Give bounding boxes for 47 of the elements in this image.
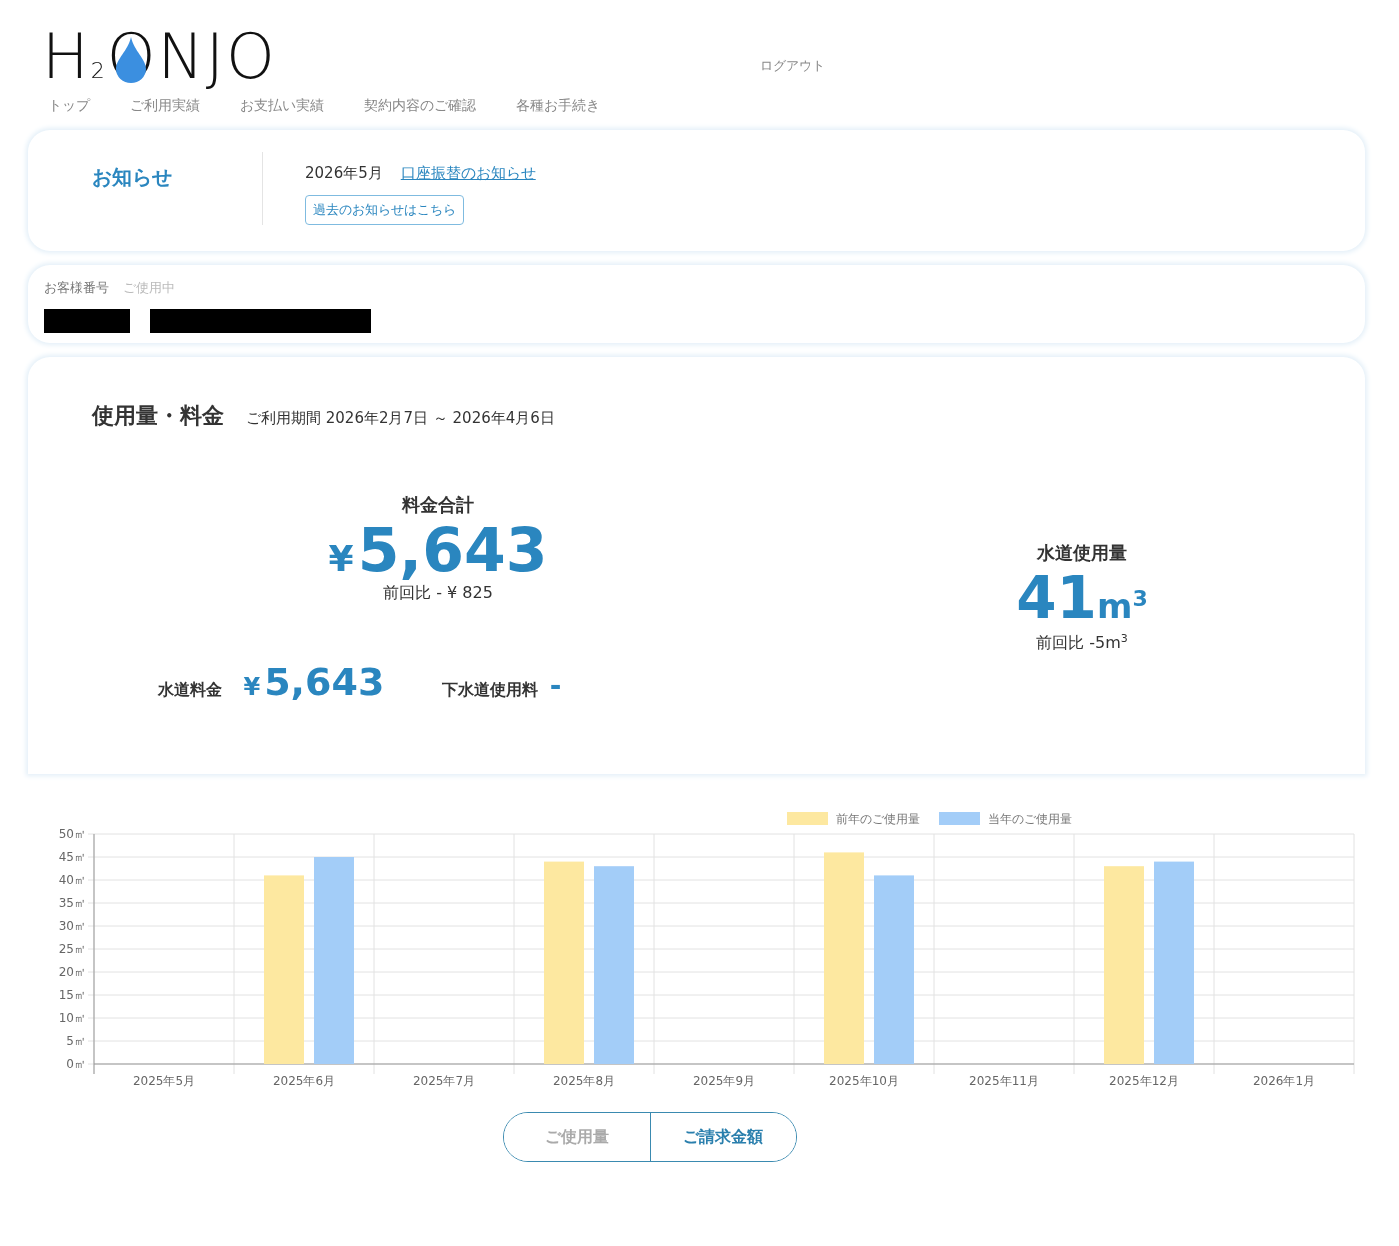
notice-date: 2026年5月	[305, 164, 383, 183]
volume-label: 水道使用量	[1035, 541, 1128, 565]
total-label: 料金合計	[400, 493, 475, 517]
status-label: ご使用中	[123, 279, 175, 297]
x-axis-label: 2025年10月	[829, 1074, 899, 1088]
volume-amount: 41m$^{3}$	[1015, 565, 1149, 632]
x-axis-label: 2025年8月	[552, 1074, 616, 1088]
y-axis-label: 15㎥	[58, 988, 86, 1002]
y-axis-label: 30㎥	[58, 919, 86, 933]
nav-link[interactable]: 契約内容のご確認	[364, 97, 476, 115]
notice-link[interactable]: 口座振替のお知らせ	[400, 164, 536, 183]
customer-number-label: お客様番号	[44, 279, 109, 297]
usage-title: 使用量・料金	[92, 402, 224, 430]
x-axis-label: 2025年7月	[412, 1074, 476, 1088]
toggle-tab[interactable]: ご請求金額	[649, 1113, 796, 1161]
y-axis-label: 45㎥	[58, 850, 86, 864]
x-axis-label: 2025年9月	[692, 1074, 756, 1088]
water-fee-amount: ¥5,643	[243, 660, 386, 704]
legend-label: 前年のご使用量	[836, 812, 920, 826]
usage-period: ご利用期間 2026年2月7日 ～ 2026年4月6日	[246, 409, 555, 428]
x-axis-label: 2025年12月	[1109, 1074, 1179, 1088]
x-axis-label: 2025年6月	[272, 1074, 336, 1088]
y-axis-label: 50㎥	[58, 827, 86, 841]
total-amount: ¥5,643	[327, 517, 549, 583]
total-difference: 前回比 - ¥ 825	[382, 583, 494, 604]
past-notices-button[interactable]: 過去のお知らせはこちら	[305, 195, 464, 225]
legend-label: 当年のご使用量	[988, 812, 1072, 826]
nav-link[interactable]: トップ	[48, 97, 90, 115]
y-axis-label: 25㎥	[58, 942, 86, 956]
nav-link[interactable]: お支払い実績	[240, 97, 324, 115]
nav-link[interactable]: 各種お手続き	[516, 97, 600, 115]
water-fee-label: 水道料金	[158, 680, 223, 701]
sewer-fee-label: 下水道使用料	[441, 680, 538, 701]
y-axis-label: 10㎥	[58, 1011, 86, 1025]
nav-link[interactable]: ご利用実績	[130, 97, 200, 115]
y-axis-label: 40㎥	[58, 873, 86, 887]
x-axis-label: 2025年11月	[969, 1074, 1039, 1088]
x-axis-label: 2026年1月	[1252, 1074, 1316, 1088]
notice-title: お知らせ	[28, 152, 263, 225]
y-axis-label: 20㎥	[58, 965, 86, 979]
y-axis-label: 5㎥	[66, 1034, 86, 1048]
sewer-fee-amount: -	[549, 669, 563, 702]
y-axis-label: 0㎥	[66, 1057, 86, 1071]
logout-link[interactable]: ログアウト	[760, 57, 825, 75]
x-axis-label: 2025年5月	[132, 1074, 196, 1088]
y-axis-label: 35㎥	[58, 896, 86, 910]
volume-difference: 前回比 -5m$^{3}$	[1035, 631, 1129, 654]
